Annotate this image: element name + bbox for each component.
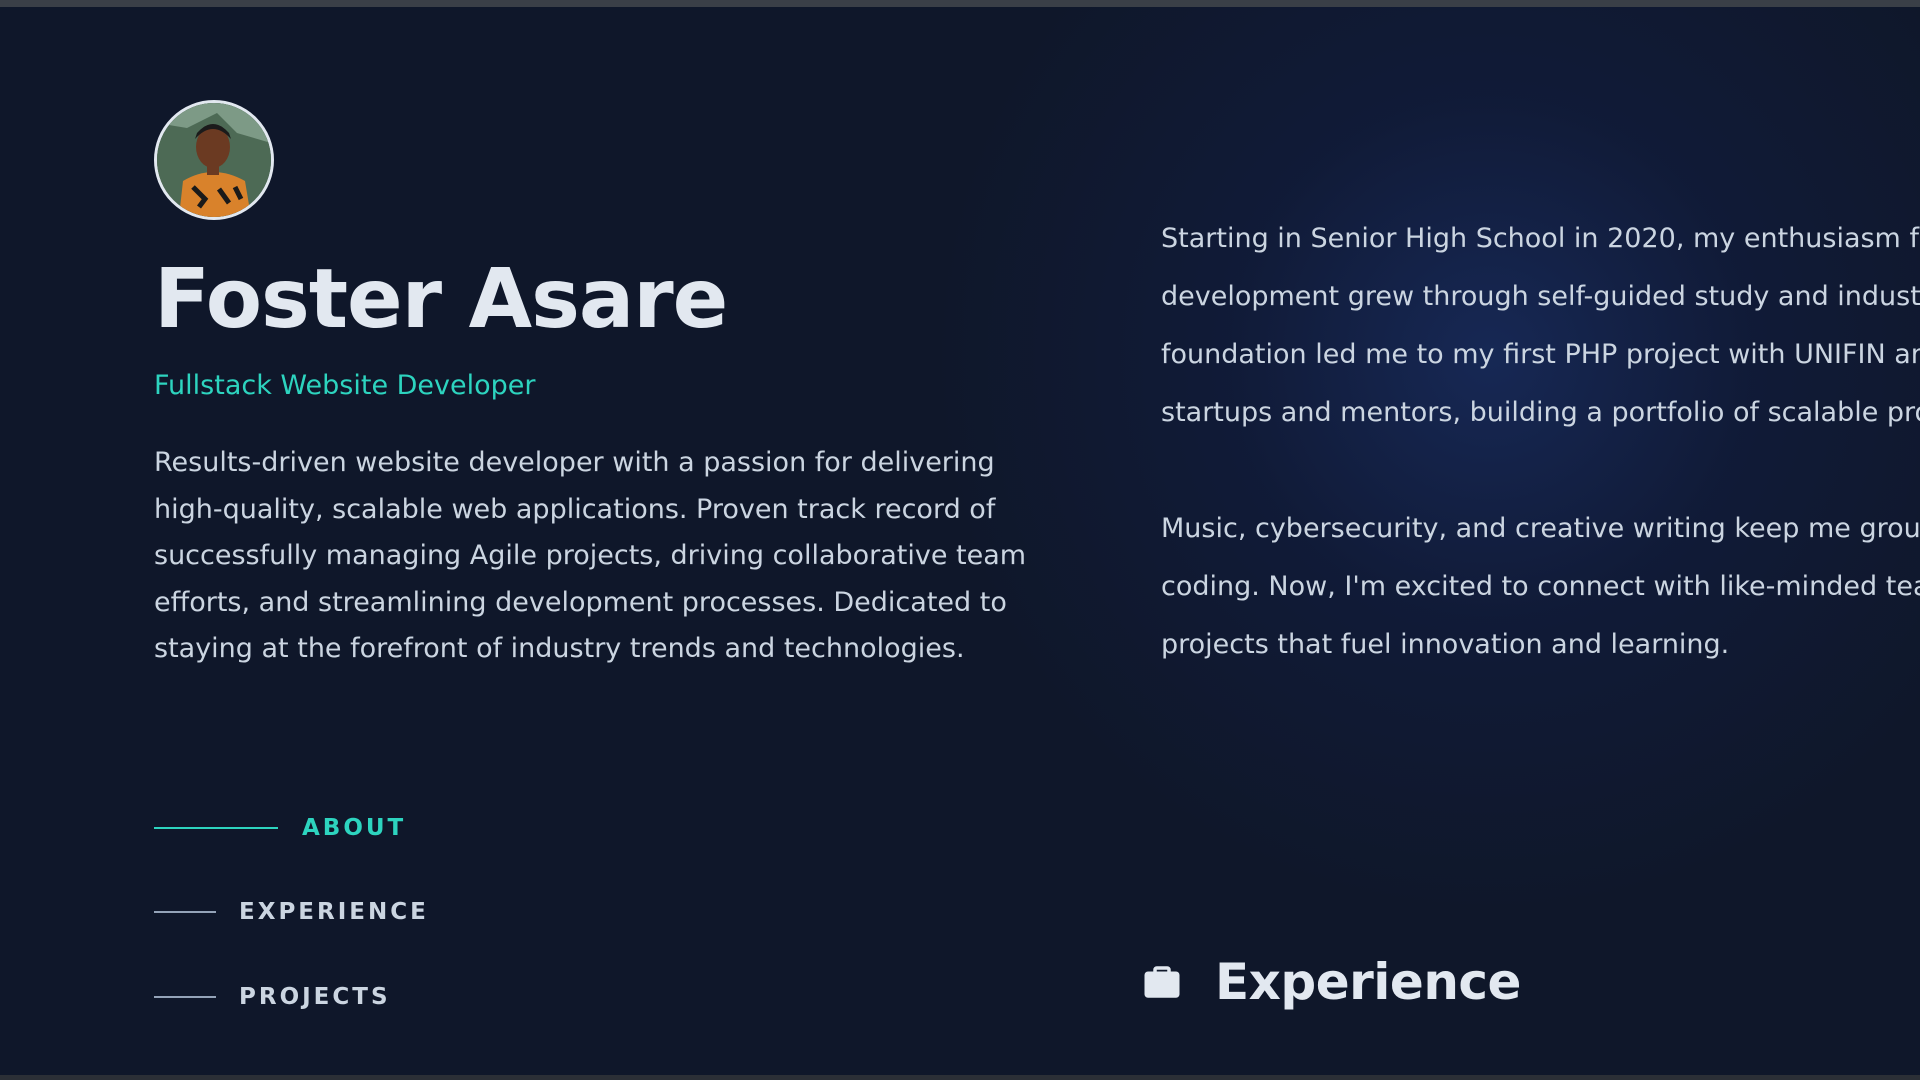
profile-name: Foster Asare — [154, 252, 728, 347]
nav-item-label: ABOUT — [302, 815, 407, 841]
briefcase-icon — [1141, 961, 1183, 1003]
nav-indicator-line — [154, 996, 216, 998]
nav-item-experience[interactable]: EXPERIENCE — [154, 892, 429, 932]
window-top-bar — [0, 0, 1920, 7]
experience-heading: Experience — [1141, 950, 1521, 1014]
nav-item-label: PROJECTS — [239, 984, 391, 1010]
about-paragraph: Music, cybersecurity, and creative writi… — [1161, 513, 1920, 660]
profile-bio: Results-driven website developer with a … — [154, 447, 1027, 664]
profile-role: Fullstack Website Developer — [154, 370, 536, 401]
experience-title: Experience — [1215, 953, 1521, 1011]
nav-item-label: EXPERIENCE — [239, 899, 429, 925]
avatar-photo — [157, 103, 271, 217]
about-section: Starting in Senior High School in 2020, … — [1161, 210, 1920, 674]
nav-indicator-line — [154, 911, 216, 913]
window-bottom-bar — [0, 1075, 1920, 1080]
nav-indicator-line — [154, 827, 278, 829]
avatar — [154, 100, 274, 220]
section-nav: ABOUT EXPERIENCE PROJECTS — [154, 808, 654, 1028]
about-paragraph: Starting in Senior High School in 2020, … — [1161, 223, 1920, 428]
nav-item-about[interactable]: ABOUT — [154, 808, 406, 848]
nav-item-projects[interactable]: PROJECTS — [154, 977, 391, 1017]
